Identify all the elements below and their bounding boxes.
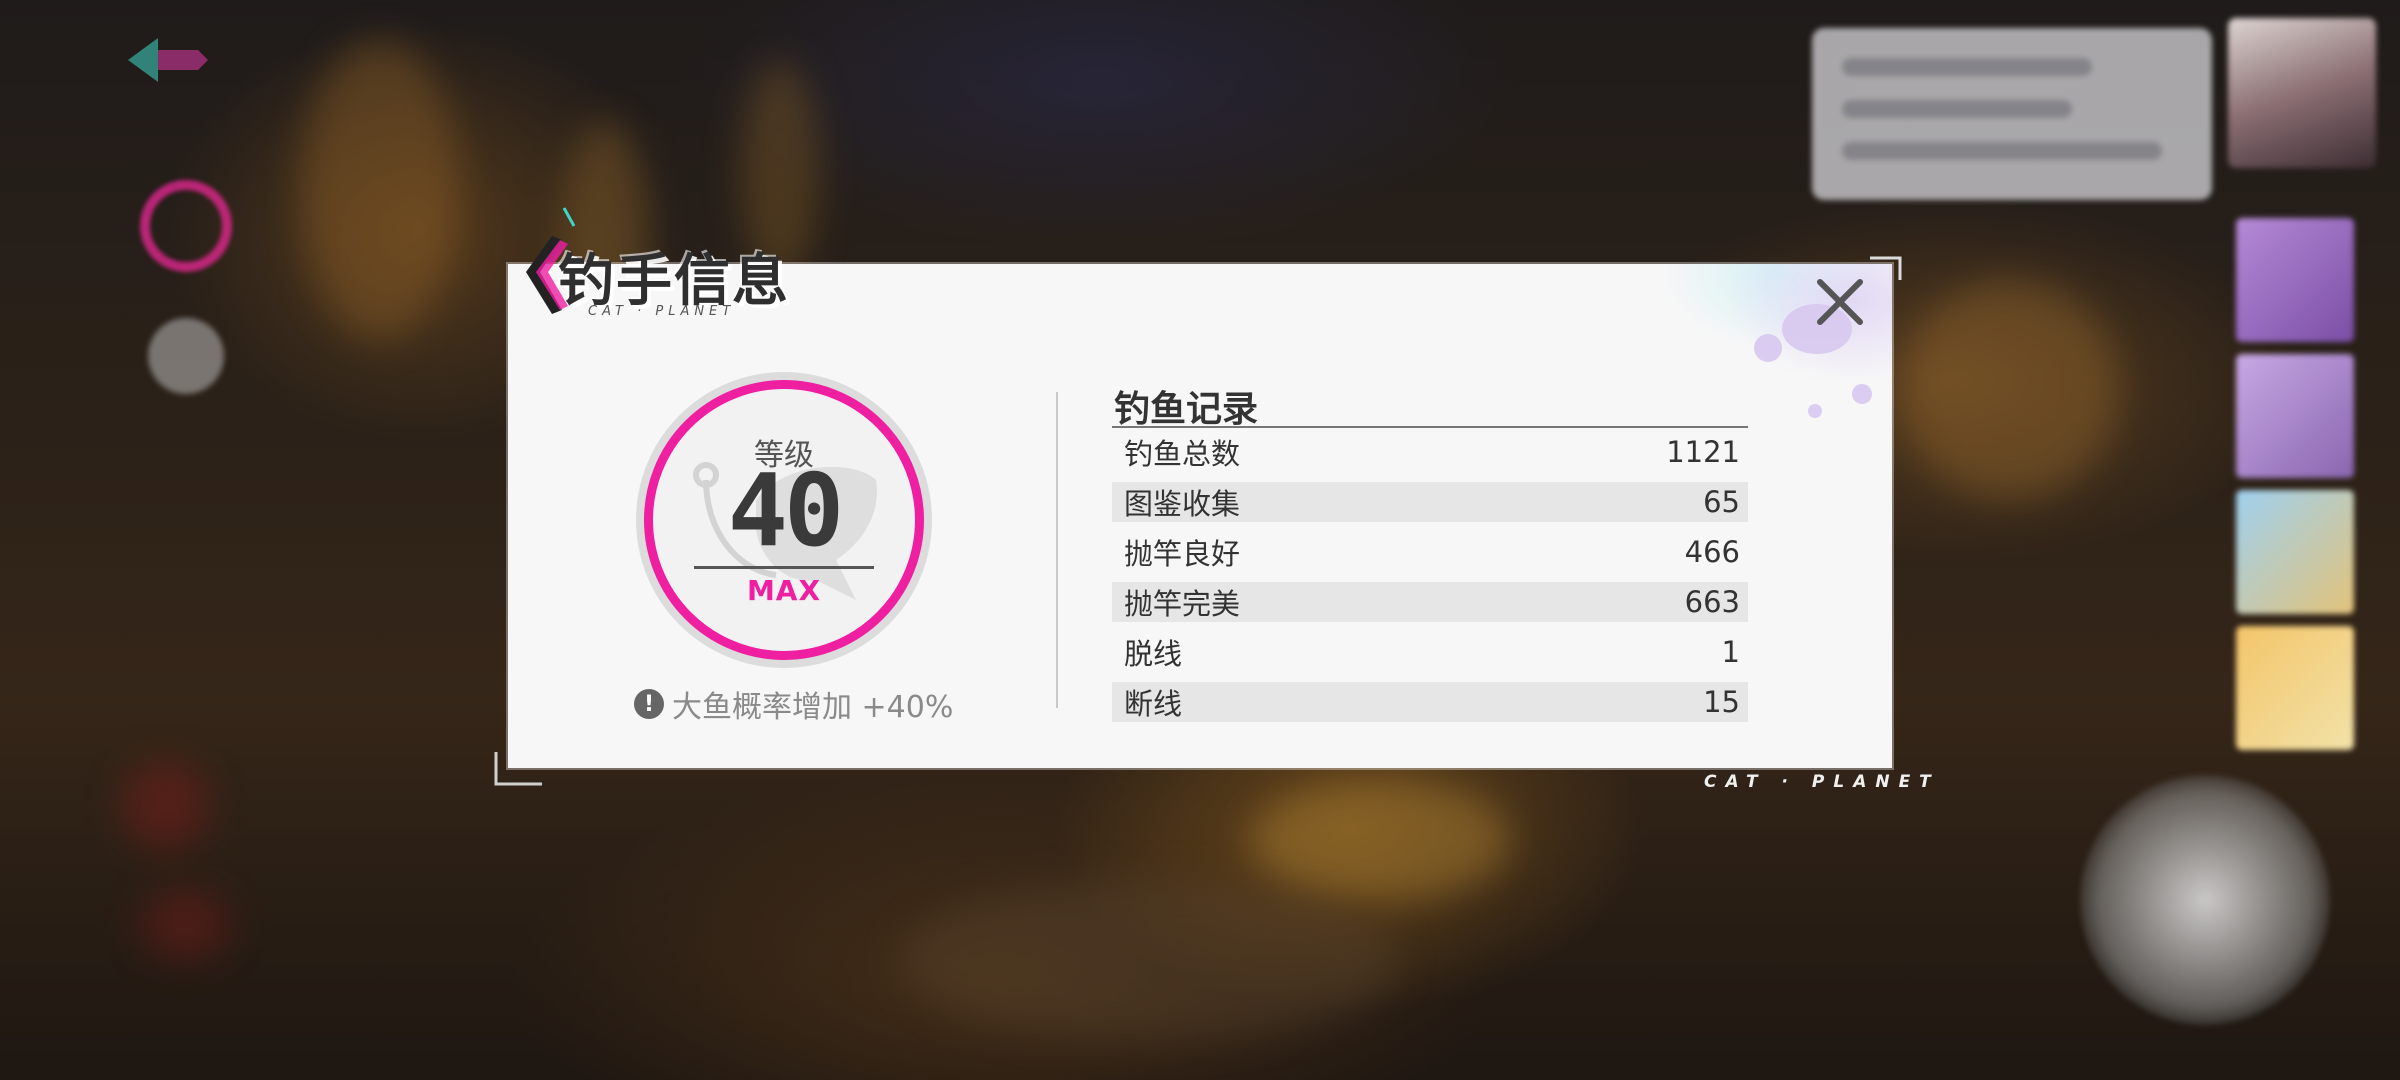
corner-bracket-icon [494,752,542,786]
corner-bracket-icon [1870,256,1902,280]
item-slot-boat[interactable] [2236,354,2354,478]
modal-title-brand: CAT · PLANET [588,304,736,319]
item-slot-bait[interactable] [2236,490,2354,614]
item-slot-buff[interactable] [2236,626,2354,750]
item-slot-rod[interactable] [2236,218,2354,342]
level-bonus: ! 大鱼概率增加 +40% [634,682,953,726]
record-label: 抛竿良好 [1124,537,1241,571]
record-value: 466 [1684,535,1740,569]
modal-title-block: 钓手信息 CAT · PLANET [512,206,812,326]
close-icon [1817,279,1863,325]
footer-brand: CAT · PLANET [1704,772,1940,792]
hud-globe-icon[interactable] [148,318,224,394]
quest-panel[interactable] [1812,28,2212,200]
record-label: 抛竿完美 [1124,587,1241,621]
level-divider [694,566,874,569]
table-row: 抛竿良好 466 [1112,532,1748,572]
hud-level-badge[interactable] [140,180,232,272]
records-underline [1112,426,1748,428]
cast-button[interactable] [2080,775,2330,1025]
records-table: 钓鱼总数 1121 图鉴收集 65 抛竿良好 466 抛竿完美 663 脱线 1… [1112,432,1748,732]
table-row: 钓鱼总数 1121 [1112,432,1748,472]
record-value: 1 [1721,635,1740,669]
records-title: 钓鱼记录 [1114,389,1259,430]
avatar[interactable] [2228,18,2376,168]
table-row: 脱线 1 [1112,632,1748,672]
game-logo-icon [128,38,208,82]
vertical-divider [1056,392,1058,708]
table-row: 图鉴收集 65 [1112,482,1748,522]
alert-icon: ! [634,689,664,719]
bonus-text: 大鱼概率增加 +40% [672,690,954,725]
table-row: 抛竿完美 663 [1112,582,1748,622]
table-row: 断线 15 [1112,682,1748,722]
level-value: 40 [727,452,844,569]
record-label: 钓鱼总数 [1124,437,1241,471]
record-label: 脱线 [1124,637,1183,671]
record-value: 15 [1703,685,1740,719]
record-label: 断线 [1124,687,1183,721]
record-value: 65 [1703,485,1740,519]
record-value: 1121 [1666,435,1740,469]
record-value: 663 [1684,585,1740,619]
close-button[interactable] [1808,270,1872,334]
record-label: 图鉴收集 [1124,487,1241,521]
level-max-tag: MAX [746,574,822,607]
